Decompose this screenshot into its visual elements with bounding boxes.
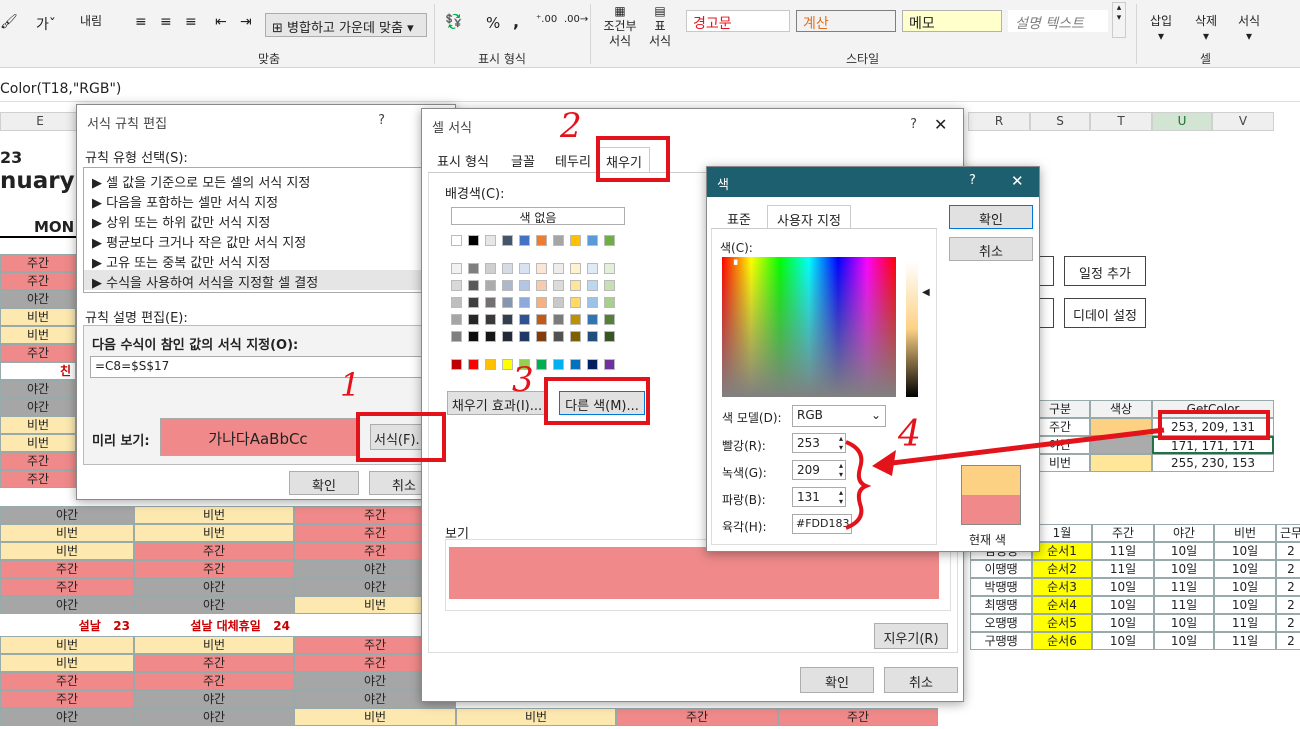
annotation-arrow (845, 427, 1165, 530)
annotation-brace (845, 440, 872, 530)
annotation-arrow-head (872, 450, 896, 476)
annotation-arrow-line (883, 427, 1165, 467)
